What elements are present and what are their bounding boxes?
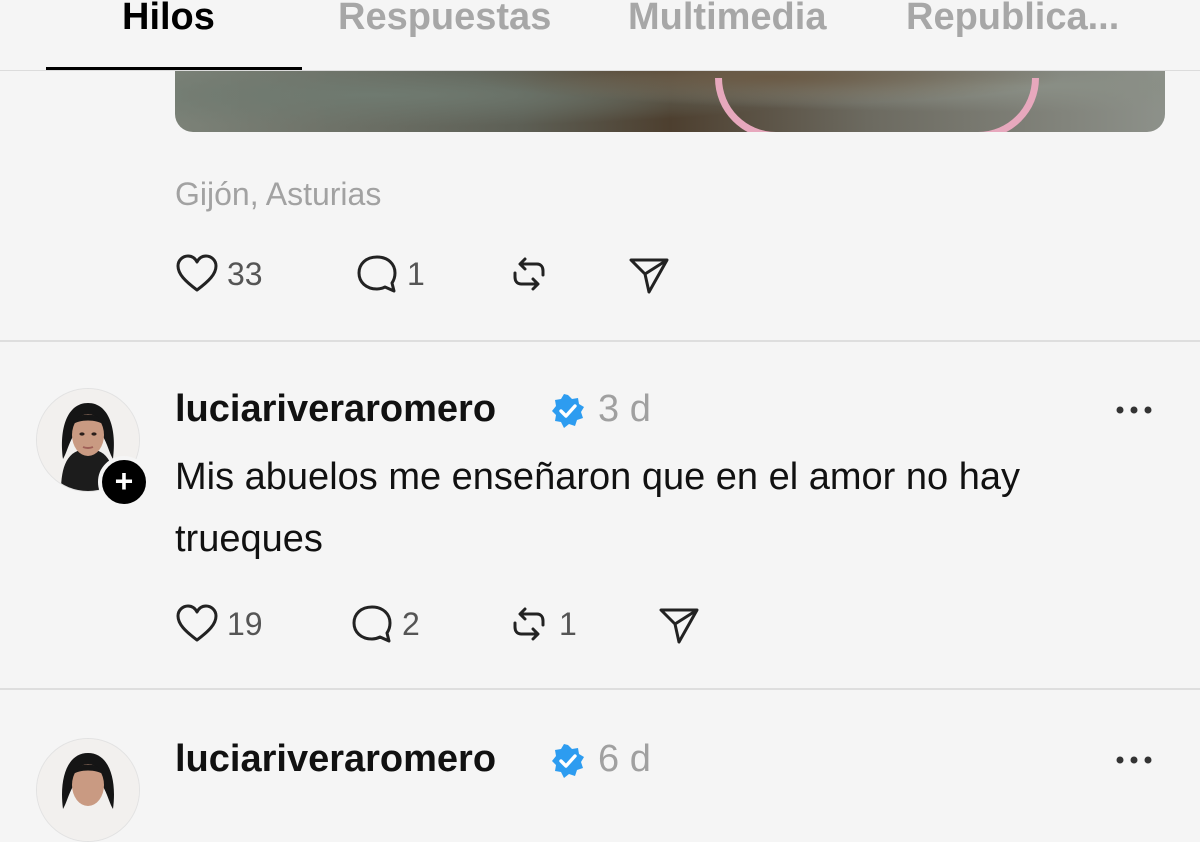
post-divider <box>0 340 1200 342</box>
send-icon <box>629 258 669 294</box>
media-detail <box>715 78 1039 132</box>
profile-photo <box>37 739 139 841</box>
like-button[interactable]: 33 <box>175 252 263 296</box>
reply-button[interactable]: 2 <box>350 602 420 646</box>
more-options-icon[interactable] <box>1112 400 1156 420</box>
post-divider <box>0 688 1200 690</box>
send-icon <box>659 608 699 644</box>
repost-button[interactable] <box>507 252 551 296</box>
post-timestamp[interactable]: 6 d <box>598 738 651 781</box>
post-text: Mis abuelos me enseñaron que en el amor … <box>175 456 1020 560</box>
more-options-icon[interactable] <box>1112 750 1156 770</box>
share-button[interactable] <box>627 252 671 296</box>
heart-icon <box>176 604 218 642</box>
heart-icon <box>176 254 218 292</box>
avatar[interactable] <box>36 738 140 842</box>
repost-count: 1 <box>559 605 577 642</box>
like-button[interactable]: 19 <box>175 602 263 646</box>
like-count: 33 <box>227 255 263 292</box>
tab-multimedia[interactable]: Multimedia <box>628 0 826 39</box>
post-username[interactable]: luciariveraromero <box>175 738 496 781</box>
repost-icon <box>513 257 545 291</box>
reply-count: 2 <box>402 605 420 642</box>
tab-republicaciones[interactable]: Republica... <box>906 0 1119 39</box>
tab-respuestas[interactable]: Respuestas <box>338 0 551 39</box>
comment-icon <box>352 605 392 643</box>
profile-tabs: Hilos Respuestas Multimedia Republica... <box>0 0 1200 71</box>
follow-plus-button[interactable]: + <box>98 456 150 508</box>
post-username[interactable]: luciariveraromero <box>175 388 496 431</box>
repost-icon <box>513 607 545 641</box>
reply-button[interactable]: 1 <box>355 252 425 296</box>
active-tab-indicator <box>46 67 302 70</box>
repost-button[interactable]: 1 <box>507 602 577 646</box>
comment-icon <box>357 255 397 293</box>
verified-badge-icon <box>552 744 584 778</box>
post-location[interactable]: Gijón, Asturias <box>175 176 381 213</box>
tab-hilos[interactable]: Hilos <box>122 0 215 39</box>
post-timestamp[interactable]: 3 d <box>598 388 651 431</box>
like-count: 19 <box>227 605 263 642</box>
reply-count: 1 <box>407 255 425 292</box>
verified-badge-icon <box>552 394 584 428</box>
share-button[interactable] <box>657 602 701 646</box>
